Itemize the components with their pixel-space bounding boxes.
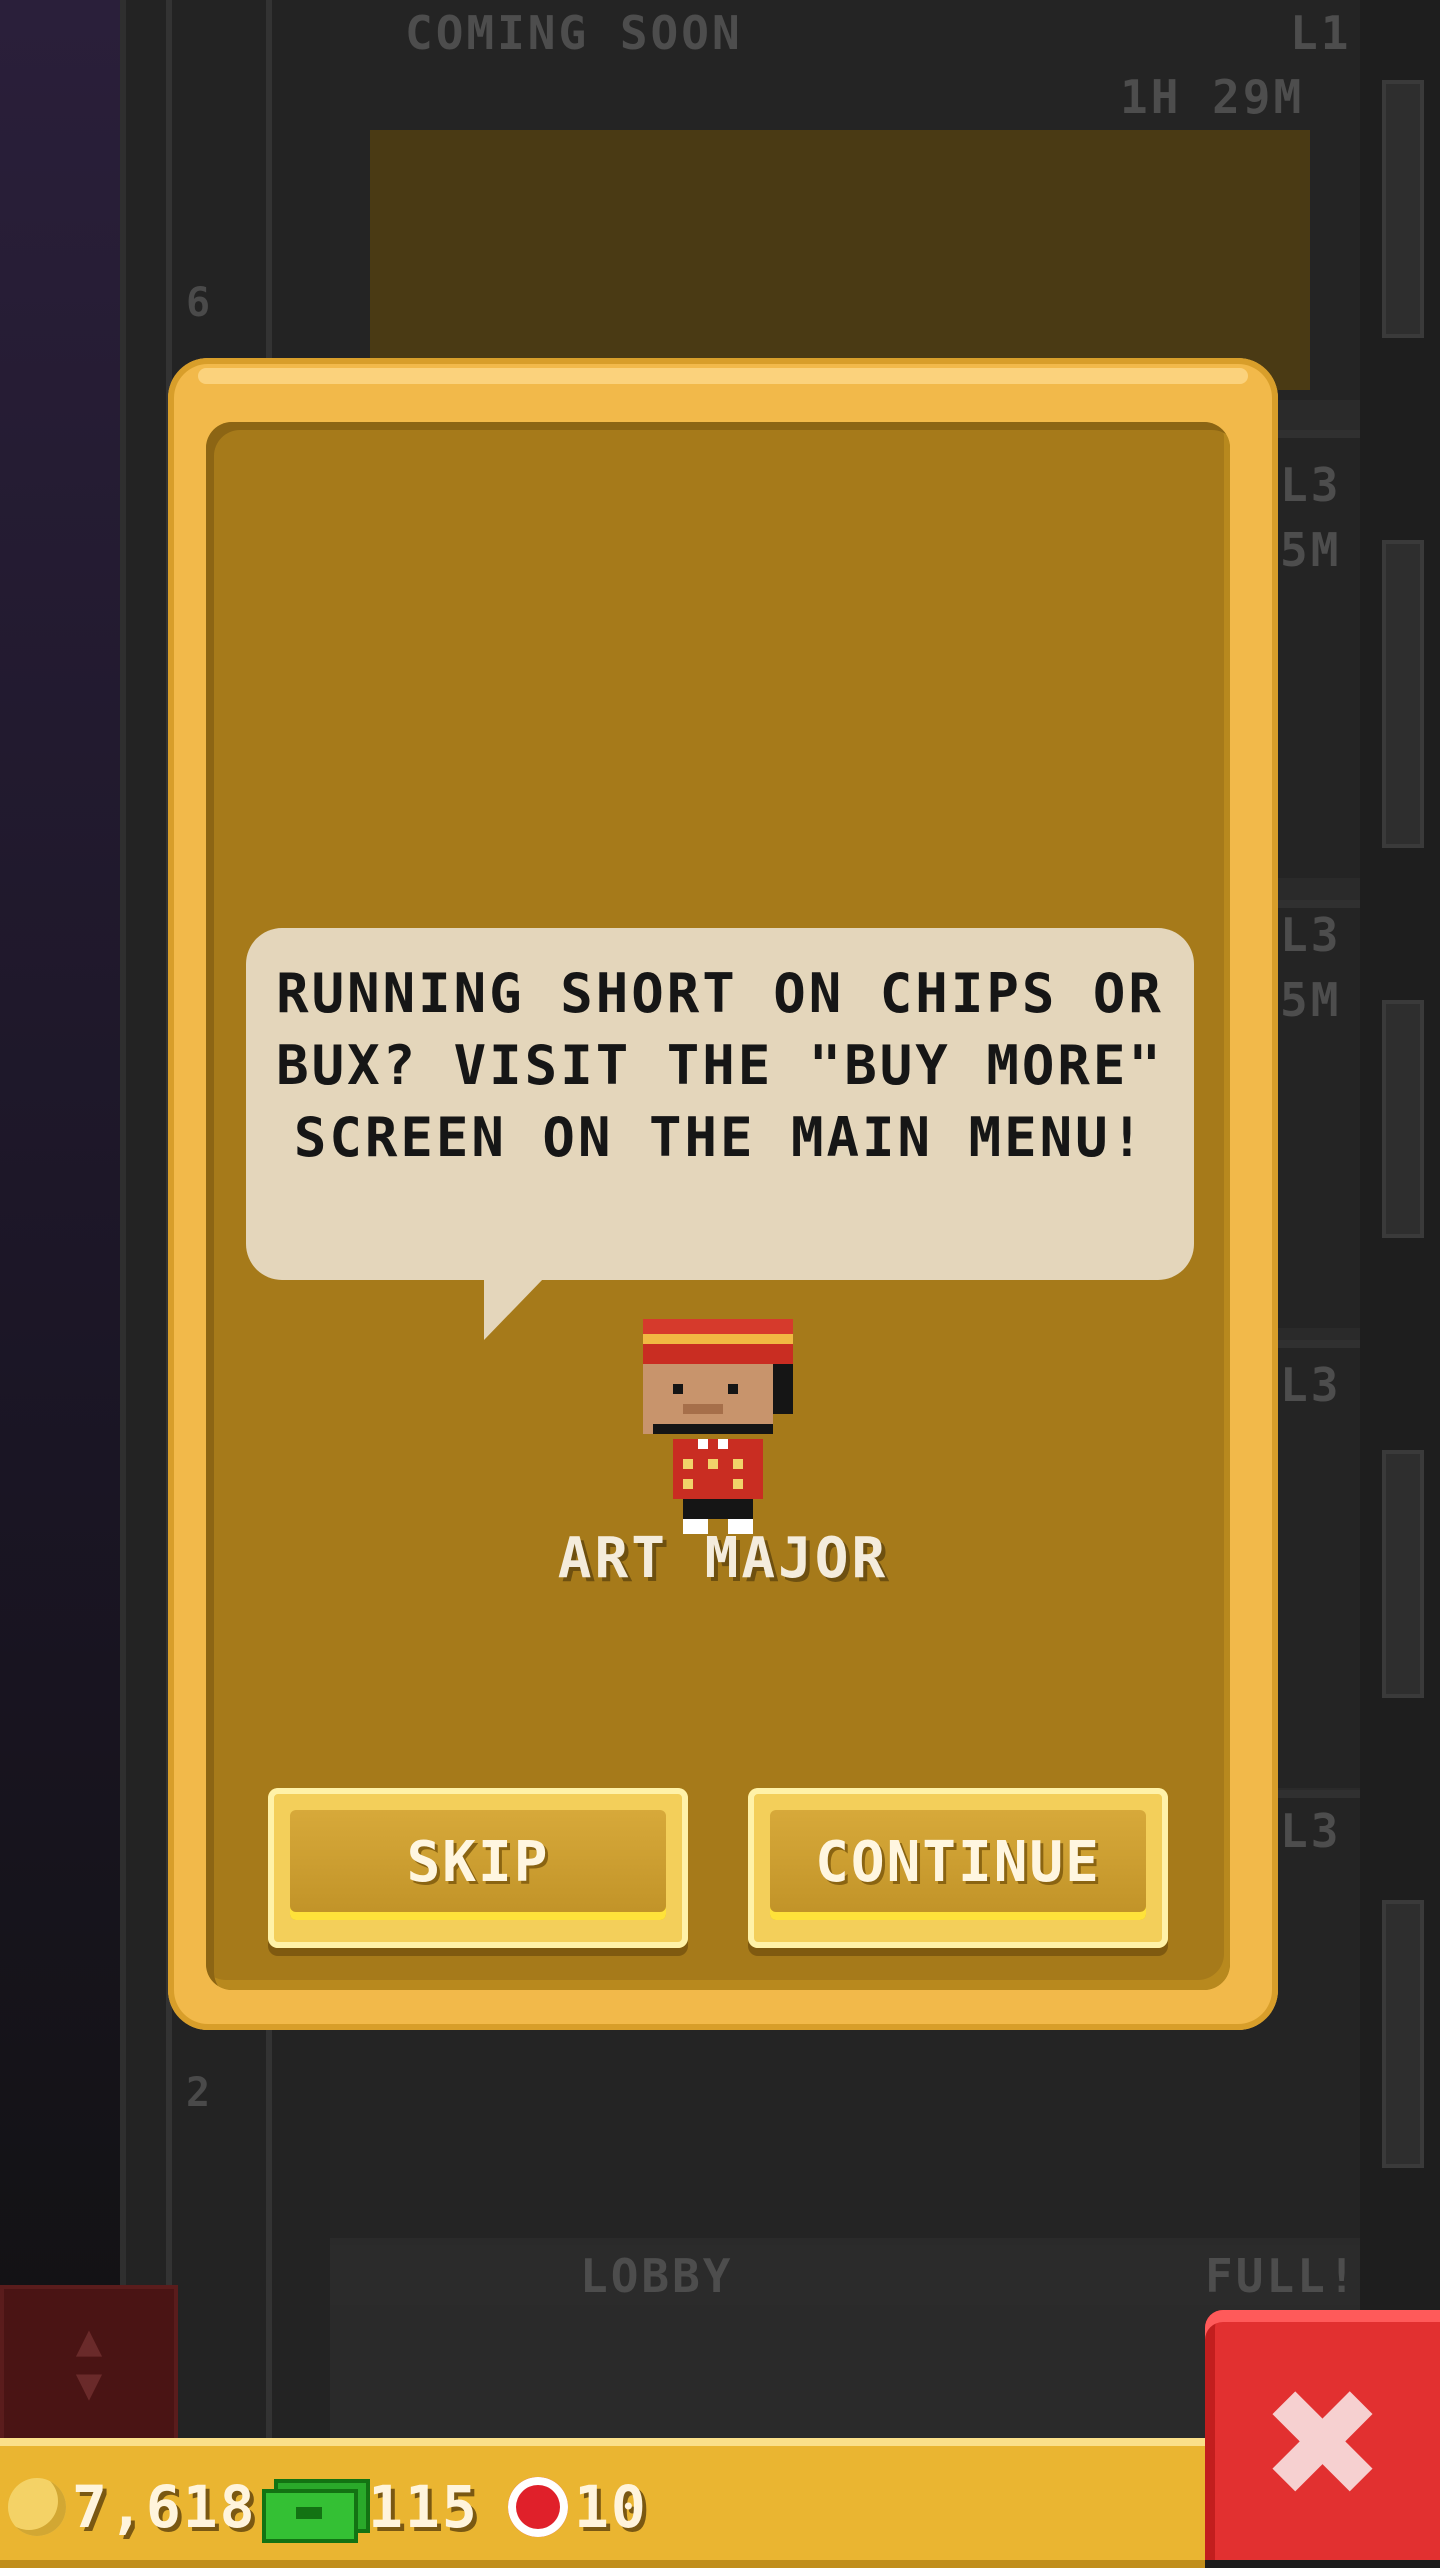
bellhop-character-icon xyxy=(643,1319,793,1534)
bux-counter: 115 xyxy=(262,2472,479,2543)
close-button[interactable]: ✖ xyxy=(1205,2310,1440,2560)
bux-icon xyxy=(262,2479,370,2543)
chips-counter: 10 xyxy=(508,2472,648,2542)
skip-button[interactable]: SKIP xyxy=(268,1788,688,1948)
lobby-floor: LOBBY FULL! xyxy=(330,2245,1360,2305)
speech-bubble: RUNNING SHORT ON CHIPS OR BUX? VISIT THE… xyxy=(246,928,1194,1280)
elevator-floor-number: 6 xyxy=(186,280,211,326)
right-window-strip xyxy=(1360,0,1440,2440)
lobby-status: FULL! xyxy=(1205,2249,1359,2303)
continue-button-label: CONTINUE xyxy=(815,1830,1101,1895)
bux-value: 115 xyxy=(368,2473,479,2541)
floor-level: L3 xyxy=(1280,1804,1342,1858)
coin-icon xyxy=(8,2478,66,2536)
tip-message: RUNNING SHORT ON CHIPS OR BUX? VISIT THE… xyxy=(276,962,1164,1169)
floor-timer: 1H 29M xyxy=(1120,70,1305,124)
chip-icon xyxy=(508,2477,568,2537)
lobby-label: LOBBY xyxy=(580,2249,734,2303)
floor-timer: 5M xyxy=(1280,973,1342,1027)
up-down-arrows-icon: ▲ ▼ xyxy=(75,2315,103,2410)
elevator-control-button[interactable]: ▲ ▼ xyxy=(0,2285,178,2448)
background-sky xyxy=(0,0,120,2440)
floor-level: L3 xyxy=(1280,908,1342,962)
coins-counter: 7,618 xyxy=(8,2472,257,2542)
construction-banner xyxy=(370,130,1310,390)
skip-button-label: SKIP xyxy=(406,1830,550,1895)
character-name: ART MAJOR xyxy=(557,1526,889,1591)
continue-button[interactable]: CONTINUE xyxy=(748,1788,1168,1948)
floor-level: L1 xyxy=(1290,6,1352,60)
elevator-floor-number: 2 xyxy=(186,2070,211,2116)
coins-value: 7,618 xyxy=(72,2473,257,2541)
floor-level: L3 xyxy=(1280,458,1342,512)
close-x-icon: ✖ xyxy=(1259,2358,1386,2532)
floor-label: COMING SOON xyxy=(405,6,743,60)
floor-level: L3 xyxy=(1280,1358,1342,1412)
chips-value: 10 xyxy=(574,2473,648,2541)
floor-timer: 5M xyxy=(1280,523,1342,577)
speech-bubble-tail xyxy=(484,1278,544,1340)
currency-bar: 7,618 115 10 xyxy=(0,2438,1205,2568)
tip-dialog: RUNNING SHORT ON CHIPS OR BUX? VISIT THE… xyxy=(168,358,1278,2030)
